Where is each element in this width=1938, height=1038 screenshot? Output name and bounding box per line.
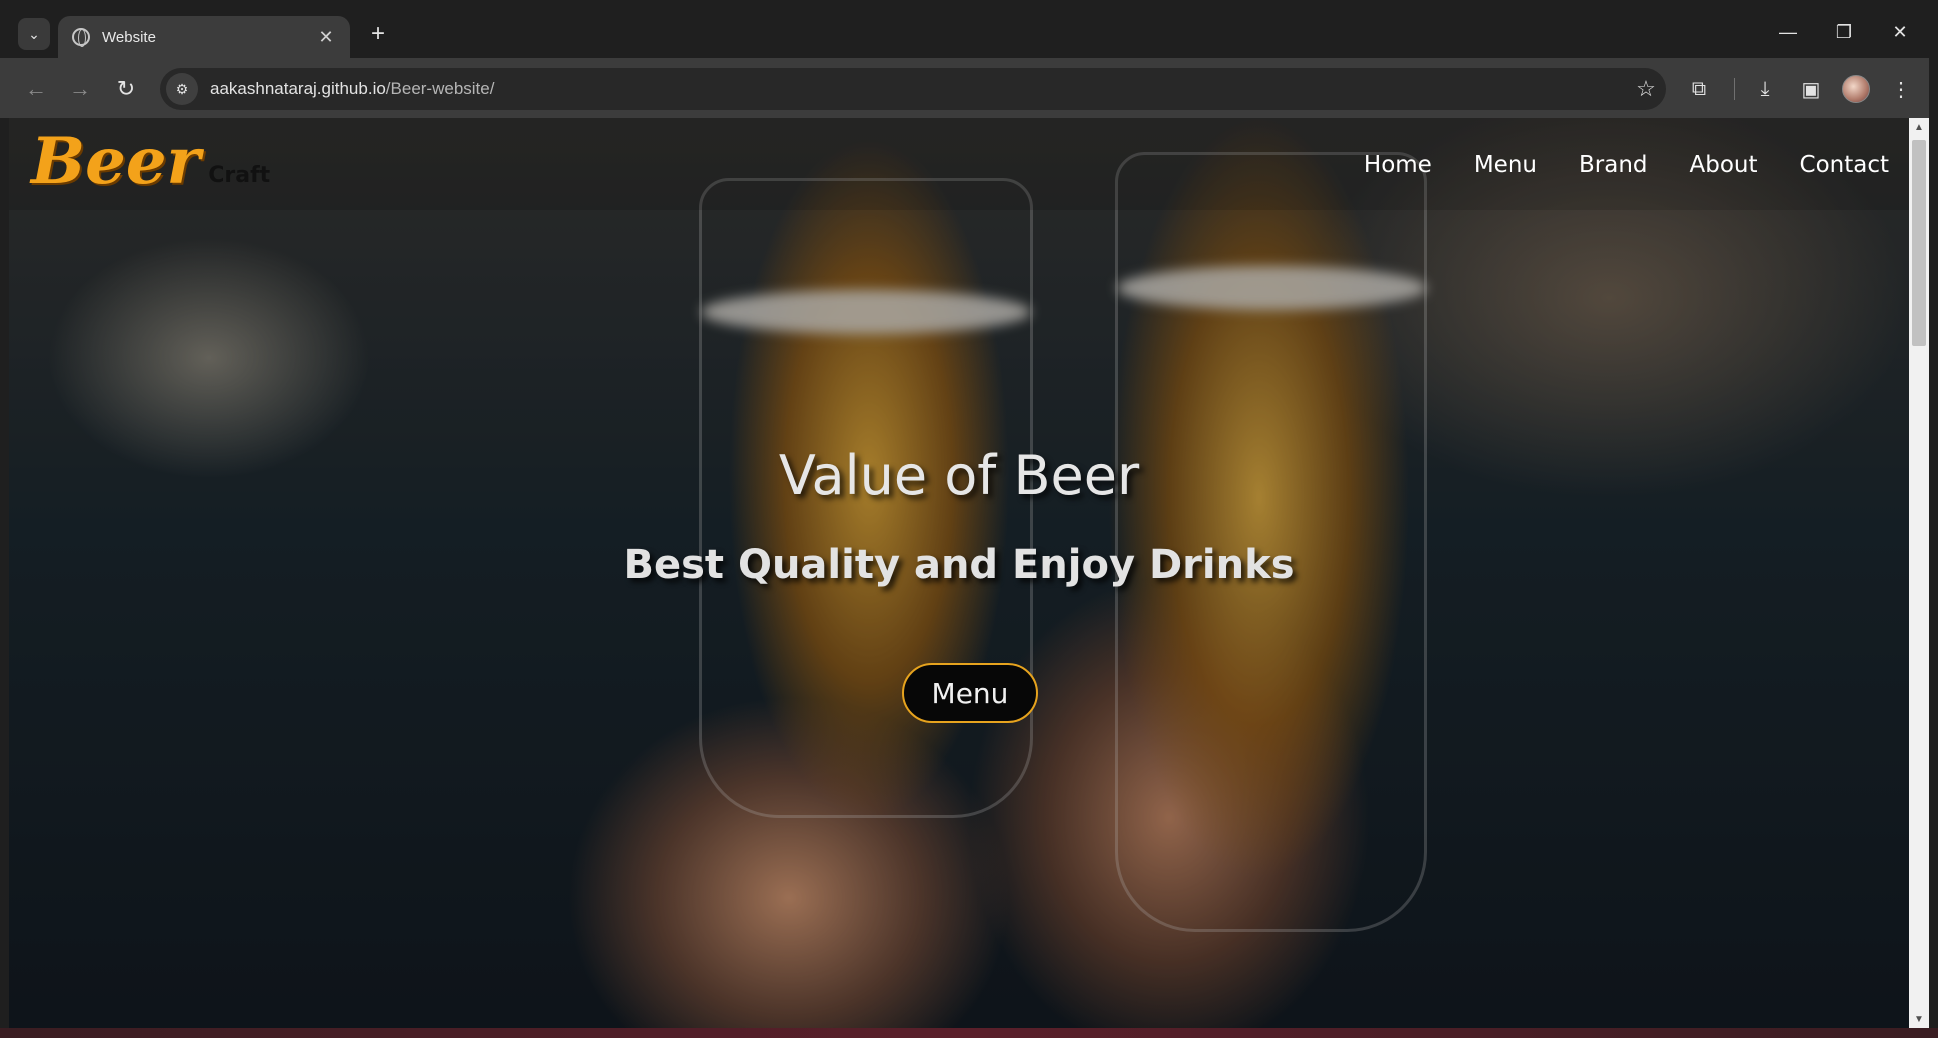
nav-menu[interactable]: Menu	[1474, 152, 1537, 178]
scroll-up-icon[interactable]: ▲	[1909, 118, 1929, 136]
more-menu-icon[interactable]: ⋮	[1884, 72, 1918, 106]
taskbar-strip	[0, 1028, 1938, 1038]
new-tab-button[interactable]: +	[362, 18, 394, 50]
page-viewport: Beer Craft Home Menu Brand About Contact…	[9, 118, 1909, 1028]
minimize-button[interactable]: —	[1760, 14, 1816, 50]
hero-title: Value of Beer	[778, 444, 1140, 507]
url-path: /Beer-website/	[385, 79, 495, 98]
extensions-icon[interactable]: ⧉	[1682, 72, 1716, 106]
globe-icon	[72, 28, 90, 47]
nav-about[interactable]: About	[1690, 152, 1758, 178]
side-panel-icon[interactable]: ▣	[1794, 72, 1828, 106]
restore-button[interactable]: ❐	[1816, 14, 1872, 50]
nav-home[interactable]: Home	[1364, 152, 1432, 178]
toolbar-divider	[1734, 78, 1735, 100]
site-logo[interactable]: Beer Craft	[31, 130, 270, 194]
page-scrollbar[interactable]: ▲ ▼	[1909, 118, 1929, 1028]
download-icon[interactable]: ⤓	[1748, 72, 1782, 106]
profile-avatar-icon[interactable]	[1842, 75, 1870, 103]
nav-contact[interactable]: Contact	[1800, 152, 1889, 178]
tab-close-icon[interactable]: ✕	[316, 27, 336, 48]
logo-main: Beer	[31, 124, 201, 199]
reload-icon[interactable]: ↻	[108, 71, 144, 107]
site-header: Beer Craft Home Menu Brand About Contact	[9, 118, 1909, 210]
site-info-icon[interactable]: ⚙	[166, 73, 198, 105]
address-bar[interactable]: ⚙ aakashnataraj.github.io/Beer-website/ …	[160, 68, 1666, 110]
site-nav: Home Menu Brand About Contact	[1364, 152, 1889, 178]
bookmark-star-icon[interactable]: ☆	[1626, 76, 1666, 102]
nav-brand[interactable]: Brand	[1579, 152, 1648, 178]
url-host: aakashnataraj.github.io	[210, 79, 386, 98]
url-text[interactable]: aakashnataraj.github.io/Beer-website/	[210, 79, 1626, 99]
tab-search-icon[interactable]: ⌄	[18, 18, 50, 50]
scrollbar-thumb[interactable]	[1912, 140, 1926, 346]
logo-sub: Craft	[208, 163, 271, 188]
hero-menu-button[interactable]: Menu	[902, 663, 1038, 723]
tab-title: Website	[102, 28, 156, 46]
hero-subtitle: Best Quality and Enjoy Drinks	[623, 542, 1295, 588]
browser-tab[interactable]: Website ✕	[58, 16, 350, 58]
scroll-down-icon[interactable]: ▼	[1909, 1010, 1929, 1028]
close-window-button[interactable]: ✕	[1872, 14, 1928, 50]
back-arrow-icon[interactable]: ←	[18, 71, 54, 107]
window-edge	[1929, 0, 1938, 1038]
tab-strip: ⌄ Website ✕ + — ❐ ✕	[0, 0, 1938, 58]
browser-toolbar: ← → ↻ ⚙ aakashnataraj.github.io/Beer-web…	[0, 58, 1938, 118]
forward-arrow-icon[interactable]: →	[62, 71, 98, 107]
